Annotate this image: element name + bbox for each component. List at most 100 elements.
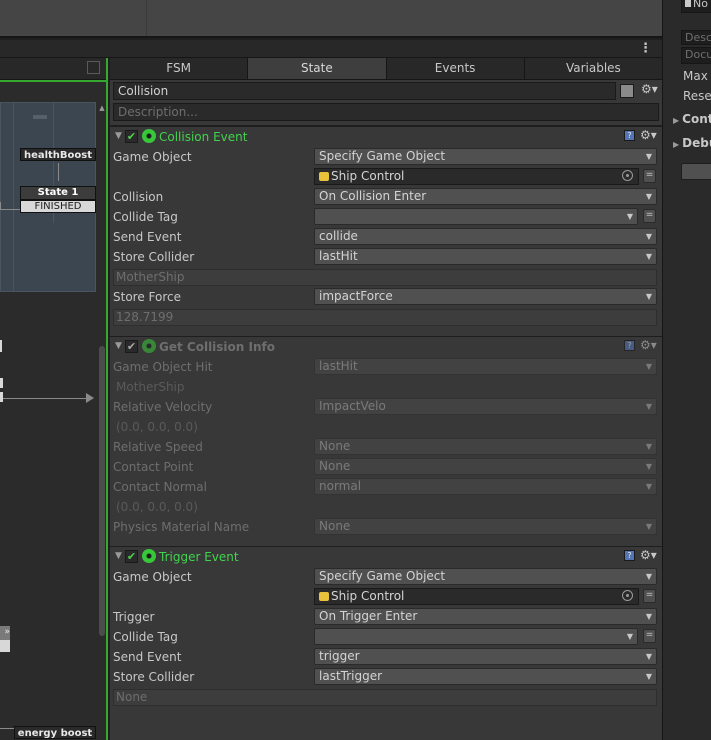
fsm-graph-view[interactable]: healthBoost State 1 FINISHED » energy bo…: [0, 58, 108, 740]
send-event-dropdown[interactable]: trigger ▼: [314, 648, 657, 665]
object-reference-field[interactable]: Ship Control: [314, 168, 639, 185]
variable-toggle-button[interactable]: =: [643, 589, 656, 603]
param-label: Trigger: [113, 610, 155, 624]
contact-normal-dropdown[interactable]: normal ▼: [314, 478, 657, 495]
inspector-debug-foldout[interactable]: ▶Debu: [673, 136, 711, 150]
relative-speed-dropdown[interactable]: None ▼: [314, 438, 657, 455]
object-picker-icon[interactable]: [622, 170, 633, 181]
inspector-description-field[interactable]: Desc: [681, 30, 711, 45]
variable-toggle-button[interactable]: =: [643, 169, 656, 183]
game-view-divider: [146, 0, 147, 36]
store-collider-dropdown[interactable]: lastHit ▼: [314, 248, 657, 265]
dropdown-arrow-icon: ▼: [645, 462, 652, 471]
graph-scrollbar-thumb[interactable]: [99, 346, 105, 636]
enabled-checkbox[interactable]: ✔: [125, 340, 138, 353]
gear-icon[interactable]: ⚙▾: [640, 338, 657, 352]
game-view: [0, 0, 662, 38]
dropdown-arrow-icon: ▼: [645, 442, 652, 451]
param-row: Contact Normal normal ▼: [110, 477, 662, 497]
fold-arrow-icon[interactable]: ▼: [115, 341, 122, 351]
dropdown-arrow-icon: ▼: [645, 482, 652, 491]
inspector-docs-field[interactable]: Docu: [681, 47, 711, 64]
scroll-up-icon[interactable]: ▲: [98, 104, 106, 112]
transition-line: [0, 728, 14, 729]
dropdown-arrow-icon: ▼: [645, 402, 652, 411]
gear-icon[interactable]: ⚙▾: [640, 548, 657, 562]
collide-tag-dropdown[interactable]: ▼: [314, 208, 638, 225]
trigger-type-dropdown[interactable]: On Trigger Enter ▼: [314, 608, 657, 625]
graph-toggle-icon[interactable]: [87, 61, 100, 74]
collapsed-node-tag: [0, 640, 10, 652]
inspector-controls-foldout[interactable]: ▶ Cont: [673, 112, 711, 126]
store-collider-dropdown[interactable]: lastTrigger ▼: [314, 668, 657, 685]
help-icon[interactable]: ?: [624, 340, 635, 351]
inspector-name-field[interactable]: No: [681, 0, 711, 13]
param-label: Collision: [113, 190, 164, 204]
graph-canvas[interactable]: healthBoost State 1 FINISHED » energy bo…: [0, 80, 106, 740]
help-icon[interactable]: ?: [624, 550, 635, 561]
fold-arrow-icon[interactable]: ▼: [115, 131, 122, 141]
param-row: Physics Material Name None ▼: [110, 517, 662, 537]
state-color-swatch[interactable]: [620, 84, 634, 98]
physics-material-dropdown[interactable]: None ▼: [314, 518, 657, 535]
param-row: Ship Control =: [110, 587, 662, 607]
param-label: Collide Tag: [113, 630, 178, 644]
action-header[interactable]: ▼ ✔ Collision Event ? ⚙▾: [110, 127, 662, 147]
object-reference-field[interactable]: Ship Control: [314, 588, 639, 605]
help-icon[interactable]: ?: [624, 130, 635, 141]
collapsed-node[interactable]: »: [0, 626, 10, 640]
tab-state[interactable]: State: [248, 58, 387, 79]
param-row: Game Object Hit lastHit ▼: [110, 357, 662, 377]
variable-toggle-button[interactable]: =: [643, 629, 656, 643]
action-collision-event: ▼ ✔ Collision Event ? ⚙▾ Game Object Spe…: [110, 126, 662, 327]
game-object-icon: [319, 172, 329, 181]
inspector-reset-label: Rese: [683, 89, 711, 103]
param-row: 128.7199: [110, 307, 662, 327]
dropdown-arrow-icon: ▼: [645, 292, 652, 301]
tab-events[interactable]: Events: [387, 58, 525, 79]
transition-finished[interactable]: FINISHED: [20, 200, 96, 213]
relative-velocity-dropdown[interactable]: ImpactVelo ▼: [314, 398, 657, 415]
state-name-input[interactable]: Collision: [113, 82, 616, 100]
store-force-dropdown[interactable]: impactForce ▼: [314, 288, 657, 305]
contact-point-dropdown[interactable]: None ▼: [314, 458, 657, 475]
gear-icon[interactable]: ⚙▾: [640, 128, 657, 142]
game-object-dropdown[interactable]: Specify Game Object ▼: [314, 148, 657, 165]
enabled-checkbox[interactable]: ✔: [125, 130, 138, 143]
gear-icon[interactable]: ⚙▾: [641, 82, 658, 96]
state-header: Collision ⚙▾ Description...: [110, 80, 662, 126]
fold-arrow-icon[interactable]: ▼: [115, 551, 122, 561]
state-node-health-boost[interactable]: healthBoost: [20, 148, 96, 161]
param-row: Ship Control =: [110, 167, 662, 187]
param-row: Send Event trigger ▼: [110, 647, 662, 667]
param-row: Store Force impactForce ▼: [110, 287, 662, 307]
more-options-icon[interactable]: ⋮: [639, 41, 652, 56]
variable-toggle-button[interactable]: =: [643, 209, 656, 223]
graph-scrollbar[interactable]: ▲: [98, 104, 106, 740]
variable-value-display: MotherShip: [113, 379, 657, 396]
enabled-checkbox[interactable]: ✔: [125, 550, 138, 563]
param-row: Collide Tag ▼ =: [110, 207, 662, 227]
send-event-dropdown[interactable]: collide ▼: [314, 228, 657, 245]
action-header[interactable]: ▼ ✔ Trigger Event ? ⚙▾: [110, 547, 662, 567]
object-picker-icon[interactable]: [622, 590, 633, 601]
state-node-state1[interactable]: State 1: [20, 186, 96, 200]
dropdown-arrow-icon: ▼: [645, 652, 652, 661]
tab-fsm[interactable]: FSM: [110, 58, 249, 79]
param-label: Store Force: [113, 290, 181, 304]
param-row: Game Object Specify Game Object ▼: [110, 567, 662, 587]
action-trigger-event: ▼ ✔ Trigger Event ? ⚙▾ Game Object Speci…: [110, 546, 662, 707]
action-header[interactable]: ▼ ✔ Get Collision Info ? ⚙▾: [110, 337, 662, 357]
state-node-energy-boost[interactable]: energy boost: [14, 726, 96, 739]
game-object-hit-dropdown[interactable]: lastHit ▼: [314, 358, 657, 375]
collide-tag-dropdown[interactable]: ▼: [314, 628, 638, 645]
game-object-dropdown[interactable]: Specify Game Object ▼: [314, 568, 657, 585]
collision-type-dropdown[interactable]: On Collision Enter ▼: [314, 188, 657, 205]
param-row: Store Collider lastHit ▼: [110, 247, 662, 267]
dropdown-arrow-icon: ▼: [626, 212, 633, 221]
tab-variables[interactable]: Variables: [525, 58, 662, 79]
inspector-button[interactable]: [681, 163, 711, 180]
param-row: Relative Velocity ImpactVelo ▼: [110, 397, 662, 417]
state-description-input[interactable]: Description...: [113, 103, 659, 121]
param-row: Trigger On Trigger Enter ▼: [110, 607, 662, 627]
